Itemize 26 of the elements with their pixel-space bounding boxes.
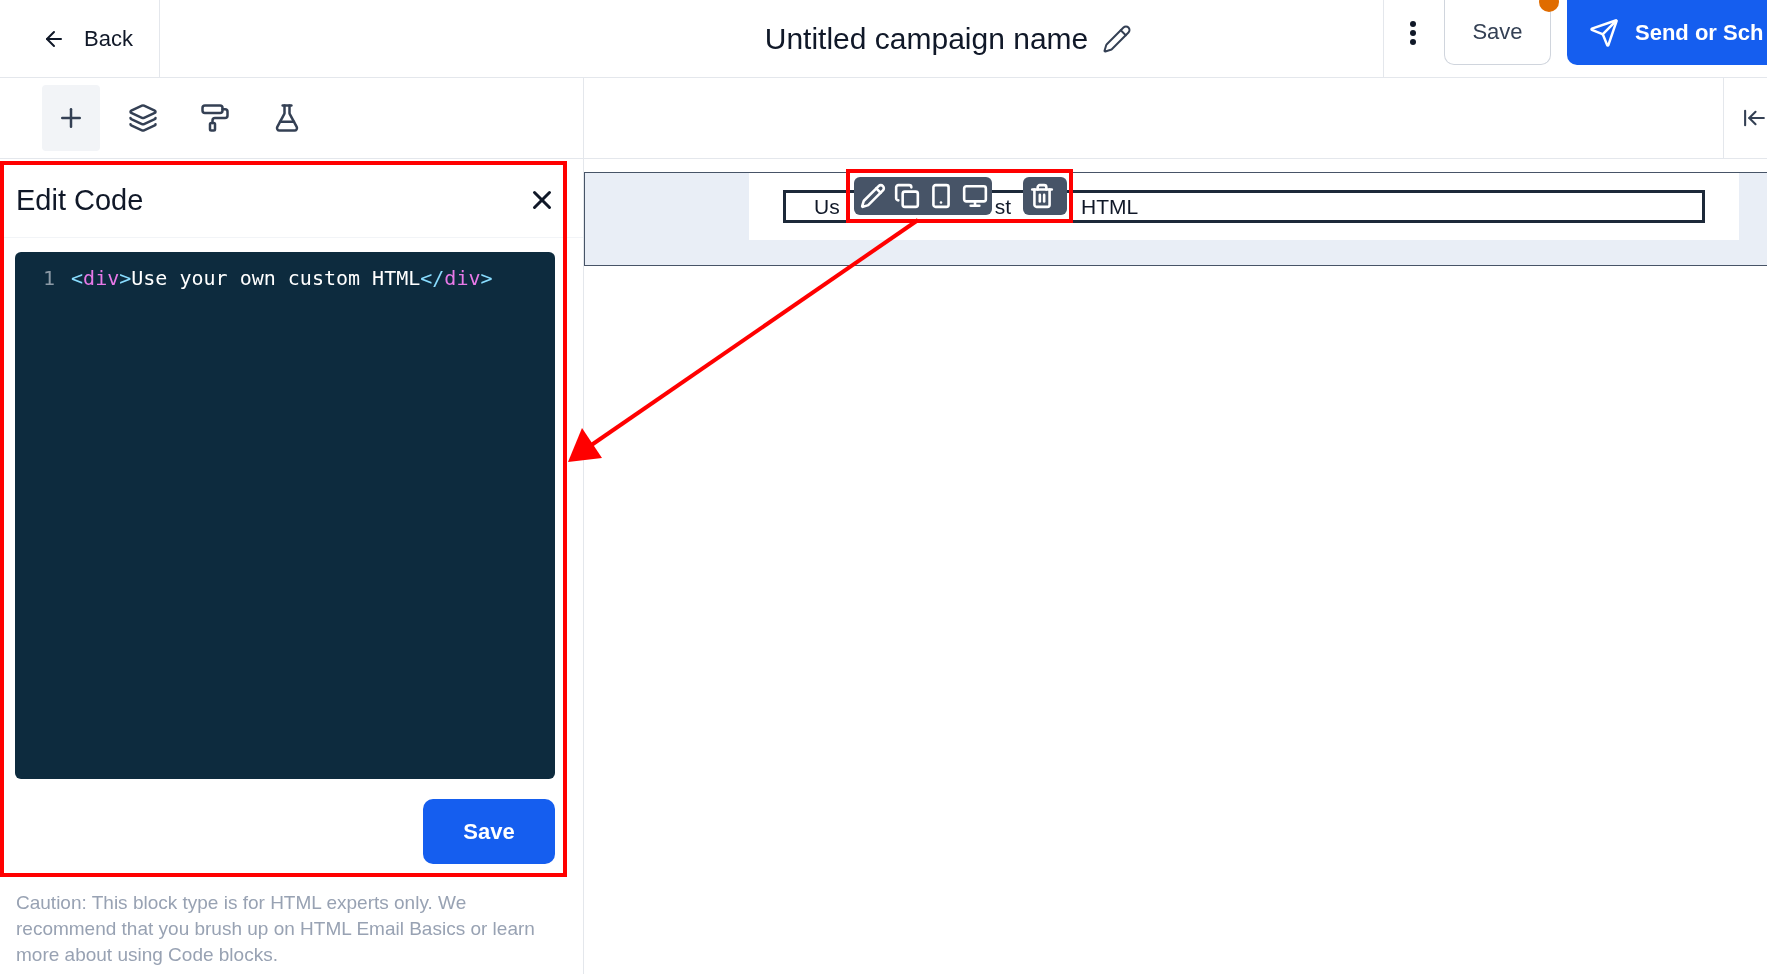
save-code-button[interactable]: Save — [423, 799, 555, 864]
trash-button[interactable] — [1029, 183, 1055, 209]
edit-icon[interactable] — [1102, 23, 1133, 54]
copy-button[interactable] — [894, 183, 920, 209]
trash-icon — [1029, 183, 1055, 209]
code-line: <div>Use your own custom HTML</div> — [71, 266, 493, 290]
send-icon — [1589, 17, 1619, 48]
kebab-icon — [1410, 20, 1416, 45]
code-editor[interactable]: 1 <div>Use your own custom HTML</div> — [15, 252, 555, 779]
panel-title: Edit Code — [16, 183, 144, 217]
monitor-icon — [962, 183, 988, 209]
paint-roller-icon — [200, 103, 230, 133]
campaign-title: Untitled campaign name — [764, 21, 1089, 56]
block-text: Us — [814, 194, 840, 219]
line-number: 1 — [43, 266, 56, 290]
copy-icon — [894, 183, 920, 209]
monitor-button[interactable] — [962, 183, 988, 209]
block-text: HTML — [1081, 194, 1139, 219]
save-button[interactable]: Save — [1444, 0, 1551, 65]
caution-text: Caution: This block type is for HTML experts only. We recommend that you brush up on HTML Email Basics or learn more about using Code blocks. — [16, 891, 536, 967]
pencil-button[interactable] — [860, 183, 886, 209]
block-text: st — [994, 194, 1011, 219]
pencil-icon — [860, 183, 886, 209]
send-button[interactable]: Send or Sch — [1567, 0, 1767, 65]
collapse-button[interactable] — [1723, 78, 1767, 158]
layers-icon — [128, 103, 158, 133]
